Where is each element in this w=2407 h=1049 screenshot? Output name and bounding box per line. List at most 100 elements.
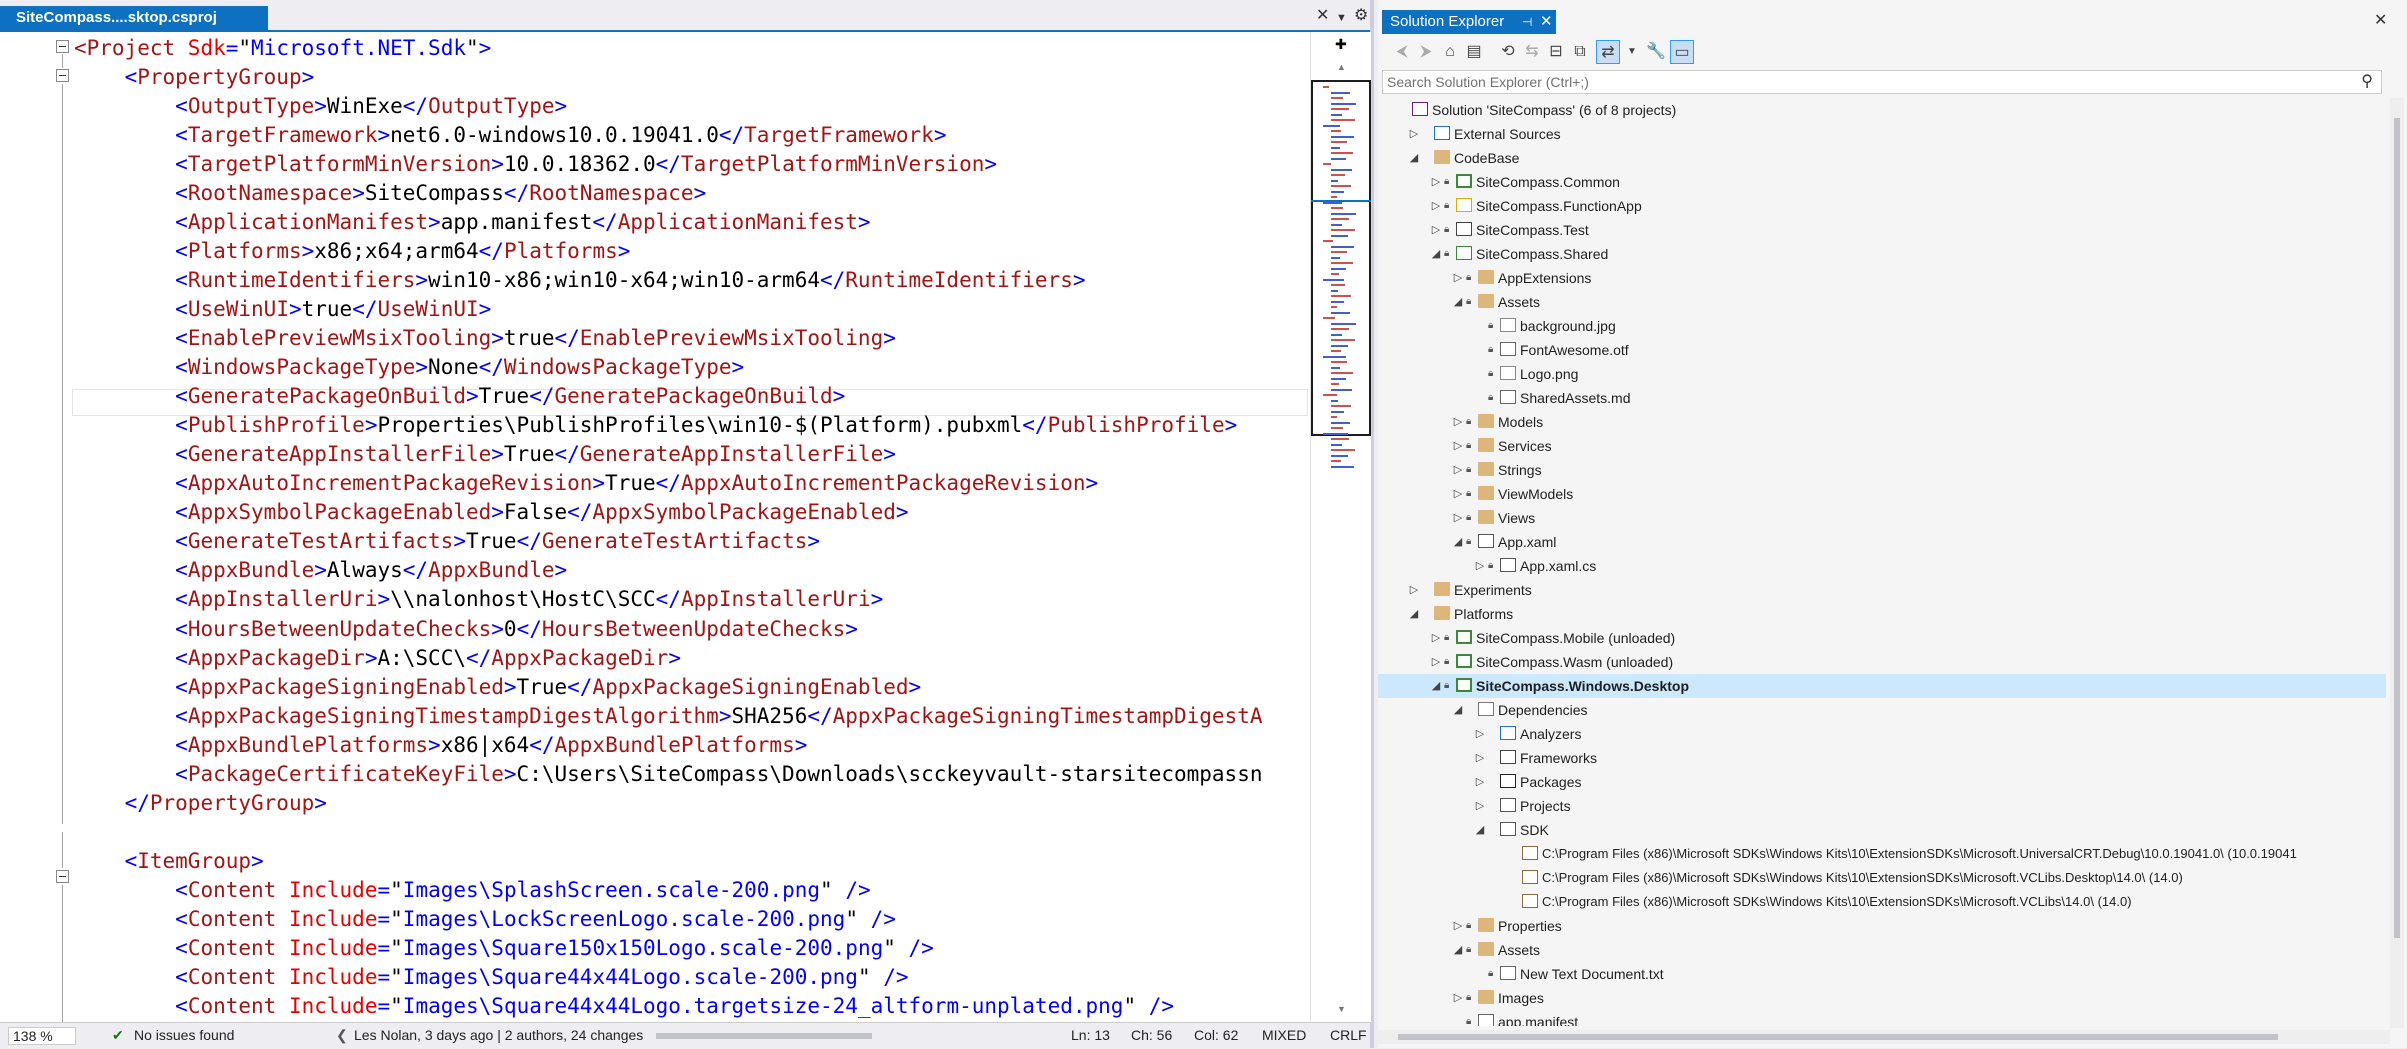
expand-arrow-icon[interactable]: ▷ <box>1474 722 1486 746</box>
collapse-arrow-icon[interactable]: ◢ <box>1408 602 1420 626</box>
collapse-arrow-icon[interactable]: ◢ <box>1430 674 1442 698</box>
expand-arrow-icon[interactable]: ▷ <box>1474 794 1486 818</box>
tree-item[interactable]: ▷ 🔒︎ AppExtensions <box>1378 266 2386 290</box>
switch-views-icon[interactable]: ▤ <box>1462 40 1486 64</box>
tree-item[interactable]: 🔒︎ FontAwesome.otf <box>1378 338 2386 362</box>
tree-item[interactable]: ▷ 🔒︎ App.xaml.cs <box>1378 554 2386 578</box>
collapse-itemgroup-icon[interactable] <box>56 870 69 883</box>
search-icon[interactable]: ⚲ <box>2361 71 2373 93</box>
track-active-item-icon[interactable]: ⇄ <box>1596 40 1620 64</box>
tree-item[interactable]: ▷ 🔒︎ SiteCompass.Wasm (unloaded) <box>1378 650 2386 674</box>
collapse-all-icon[interactable]: ⊟ <box>1544 40 1568 64</box>
minimap-scrollbar[interactable]: ✚ ▲ ▼ <box>1310 32 1371 1022</box>
horizontal-scrollbar[interactable] <box>1378 1030 2390 1044</box>
tree-item[interactable]: ◢ 🔒︎ App.xaml <box>1378 530 2386 554</box>
gear-icon[interactable]: ⚙ <box>1354 6 1368 26</box>
code-text-area[interactable]: <Project Sdk="Microsoft.NET.Sdk"> <Prope… <box>0 32 1310 1022</box>
tree-item[interactable]: C:\Program Files (x86)\Microsoft SDKs\Wi… <box>1378 866 2386 890</box>
tree-item[interactable]: 🔒︎ SharedAssets.md <box>1378 386 2386 410</box>
tree-item[interactable]: ▷ 🔒︎ Models <box>1378 410 2386 434</box>
chevron-down-icon[interactable]: ▼ <box>1620 40 1644 64</box>
expand-arrow-icon[interactable]: ▷ <box>1452 410 1464 434</box>
tree-item[interactable]: ▷ External Sources <box>1378 122 2386 146</box>
whitespace-mode[interactable]: MIXED <box>1262 1027 1306 1043</box>
tree-item[interactable]: ▷ 🔒︎ SiteCompass.Common <box>1378 170 2386 194</box>
expand-arrow-icon[interactable]: ▷ <box>1474 746 1486 770</box>
collapse-arrow-icon[interactable]: ◢ <box>1452 938 1464 962</box>
vertical-scrollbar[interactable] <box>2390 98 2404 1028</box>
home-icon[interactable]: ⌂ <box>1438 40 1462 64</box>
expand-arrow-icon[interactable]: ▷ <box>1474 554 1486 578</box>
collapse-arrow-icon[interactable]: ◢ <box>1452 530 1464 554</box>
chevron-down-icon[interactable]: ▼ <box>1336 8 1347 28</box>
properties-wrench-icon[interactable]: 🔧 <box>1644 40 1668 64</box>
chevron-left-icon[interactable]: ❮ <box>336 1027 348 1044</box>
line-endings[interactable]: CRLF <box>1330 1027 1367 1043</box>
tree-item[interactable]: ◢ 🔒︎ Assets <box>1378 938 2386 962</box>
explorer-tab[interactable]: Solution Explorer ⊣ ✕ <box>1382 10 1556 34</box>
tree-item[interactable]: 🔒︎ background.jpg <box>1378 314 2386 338</box>
tree-item[interactable]: ▷ 🔒︎ SiteCompass.FunctionApp <box>1378 194 2386 218</box>
expand-arrow-icon[interactable]: ▷ <box>1430 626 1442 650</box>
tree-item[interactable]: ◢ 🔒︎ SiteCompass.Windows.Desktop <box>1378 674 2386 698</box>
show-all-files-icon[interactable]: ⧉ <box>1568 40 1592 64</box>
tree-item[interactable]: Solution 'SiteCompass' (6 of 8 projects) <box>1378 98 2386 122</box>
tree-item[interactable]: ▷ Analyzers <box>1378 722 2386 746</box>
minimap-viewport[interactable] <box>1311 80 1371 436</box>
collapse-arrow-icon[interactable]: ◢ <box>1474 818 1486 842</box>
tree-item[interactable]: ▷ 🔒︎ Strings <box>1378 458 2386 482</box>
zoom-dropdown[interactable]: 138 % <box>8 1027 76 1045</box>
pending-changes-icon[interactable]: ⟲ <box>1496 40 1520 64</box>
tree-item[interactable]: ▷ 🔒︎ Images <box>1378 986 2386 1010</box>
close-icon[interactable]: ✕ <box>2374 10 2387 30</box>
expand-arrow-icon[interactable]: ▷ <box>1408 122 1420 146</box>
scroll-thumb[interactable] <box>1398 1034 2278 1040</box>
git-blame-info[interactable]: Les Nolan, 3 days ago | 2 authors, 24 ch… <box>354 1027 643 1043</box>
expand-arrow-icon[interactable]: ▷ <box>1430 170 1442 194</box>
tree-item[interactable]: 🔒︎ New Text Document.txt <box>1378 962 2386 986</box>
back-icon[interactable]: ⮜ <box>1390 40 1414 64</box>
tree-item[interactable]: ▷ 🔒︎ SiteCompass.Mobile (unloaded) <box>1378 626 2386 650</box>
collapse-arrow-icon[interactable]: ◢ <box>1452 698 1464 722</box>
tree-item[interactable]: C:\Program Files (x86)\Microsoft SDKs\Wi… <box>1378 842 2386 866</box>
issues-indicator[interactable]: No issues found <box>134 1027 234 1043</box>
preview-selected-icon[interactable]: ▭ <box>1670 40 1694 64</box>
tree-item[interactable]: 🔒︎ Logo.png <box>1378 362 2386 386</box>
tree-item[interactable]: ▷ Frameworks <box>1378 746 2386 770</box>
line-number[interactable]: Ln: 13 <box>1071 1027 1110 1043</box>
expand-arrow-icon[interactable]: ▷ <box>1430 194 1442 218</box>
tree-item[interactable]: ◢ Platforms <box>1378 602 2386 626</box>
tree-item[interactable]: ▷ 🔒︎ Services <box>1378 434 2386 458</box>
tree-item[interactable]: ▷ 🔒︎ ViewModels <box>1378 482 2386 506</box>
tree-item[interactable]: 🔒︎ app.manifest <box>1378 1010 2386 1026</box>
collapse-project-icon[interactable] <box>56 40 69 53</box>
search-input[interactable]: Search Solution Explorer (Ctrl+;) ⚲ <box>1382 70 2382 94</box>
tree-item[interactable]: ▷ 🔒︎ SiteCompass.Test <box>1378 218 2386 242</box>
close-icon[interactable]: ✕ <box>1540 10 1553 34</box>
expand-arrow-icon[interactable]: ▷ <box>1430 218 1442 242</box>
tree-item[interactable]: ◢ 🔒︎ Assets <box>1378 290 2386 314</box>
expand-arrow-icon[interactable]: ▷ <box>1452 506 1464 530</box>
collapse-arrow-icon[interactable]: ◢ <box>1430 242 1442 266</box>
tree-item[interactable]: ◢ CodeBase <box>1378 146 2386 170</box>
scroll-up-icon[interactable]: ▲ <box>1337 62 1346 72</box>
expand-arrow-icon[interactable]: ▷ <box>1452 434 1464 458</box>
tree-item[interactable]: ▷ Projects <box>1378 794 2386 818</box>
sync-icon[interactable]: ⇆ <box>1520 40 1544 64</box>
horizontal-scroll-thumb[interactable] <box>656 1033 872 1039</box>
collapse-arrow-icon[interactable]: ◢ <box>1408 146 1420 170</box>
tree-item[interactable]: ▷ 🔒︎ Views <box>1378 506 2386 530</box>
solution-tree[interactable]: Solution 'SiteCompass' (6 of 8 projects)… <box>1378 98 2386 1026</box>
expand-arrow-icon[interactable]: ▷ <box>1452 986 1464 1010</box>
expand-arrow-icon[interactable]: ▷ <box>1452 482 1464 506</box>
forward-icon[interactable]: ⮞ <box>1414 40 1438 64</box>
code-editor[interactable]: SiteCompass....sktop.csproj ✕ ▼ ⚙ <Proje… <box>0 0 1374 1049</box>
close-icon[interactable]: ✕ <box>1316 6 1329 26</box>
expand-arrow-icon[interactable]: ▷ <box>1452 266 1464 290</box>
expand-arrow-icon[interactable]: ▷ <box>1452 914 1464 938</box>
scroll-down-icon[interactable]: ▼ <box>1337 1004 1346 1014</box>
pin-icon[interactable]: ⊣ <box>1522 10 1532 34</box>
split-icon[interactable]: ✚ <box>1335 36 1347 53</box>
document-tab[interactable]: SiteCompass....sktop.csproj <box>0 6 268 30</box>
expand-arrow-icon[interactable]: ▷ <box>1430 650 1442 674</box>
